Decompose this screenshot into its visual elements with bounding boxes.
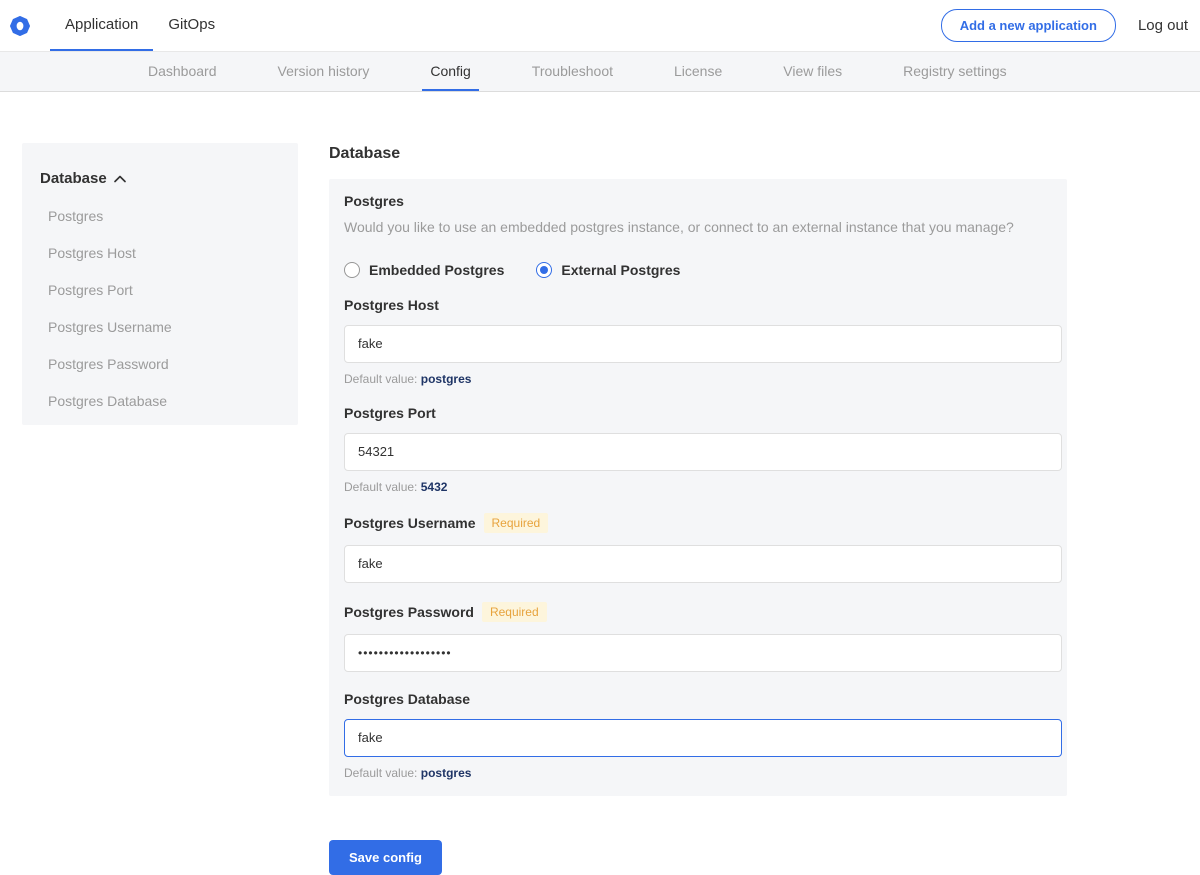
sidebar-group-database[interactable]: Database <box>40 170 280 187</box>
subnav-view-files-label: View files <box>783 63 842 79</box>
postgres-host-label-text: Postgres Host <box>344 297 439 313</box>
postgres-host-input[interactable] <box>344 325 1062 363</box>
top-nav-right: Add a new application Log out <box>941 0 1200 51</box>
config-sidebar: Database Postgres Postgres Host Postgres… <box>22 143 298 425</box>
postgres-database-default: Default value: postgres <box>344 766 1052 780</box>
add-new-application-button[interactable]: Add a new application <box>941 9 1116 42</box>
save-config-button[interactable]: Save config <box>329 840 442 875</box>
tab-gitops[interactable]: GitOps <box>153 0 230 51</box>
subnav-license-label: License <box>674 63 722 79</box>
subnav-troubleshoot-label: Troubleshoot <box>532 63 613 79</box>
radio-embedded-postgres-label: Embedded Postgres <box>369 262 504 278</box>
sidebar-group-database-label: Database <box>40 170 107 187</box>
postgres-host-label: Postgres Host <box>344 297 1052 313</box>
postgres-password-required-badge: Required <box>482 602 547 622</box>
tab-application[interactable]: Application <box>50 0 153 51</box>
subnav-config-label: Config <box>430 63 470 79</box>
postgres-username-label: Postgres Username Required <box>344 513 1052 533</box>
postgres-group-description: Would you like to use an embedded postgr… <box>344 218 1052 238</box>
postgres-password-label: Postgres Password Required <box>344 602 1052 622</box>
postgres-database-input[interactable] <box>344 719 1062 757</box>
postgres-port-label: Postgres Port <box>344 405 1052 421</box>
postgres-port-default-prefix: Default value: <box>344 480 417 494</box>
postgres-port-label-text: Postgres Port <box>344 405 436 421</box>
database-config-card: Postgres Would you like to use an embedd… <box>329 179 1067 796</box>
postgres-username-required-badge: Required <box>484 513 549 533</box>
sidebar-item-postgres-username[interactable]: Postgres Username <box>48 319 280 335</box>
postgres-host-default: Default value: postgres <box>344 372 1052 386</box>
tab-gitops-label: GitOps <box>168 16 215 33</box>
config-main-panel: Database Postgres Would you like to use … <box>329 145 1067 875</box>
sidebar-item-postgres-password[interactable]: Postgres Password <box>48 356 280 372</box>
tab-application-label: Application <box>65 16 138 33</box>
app-sub-nav: Dashboard Version history Config Trouble… <box>0 52 1200 92</box>
subnav-view-files[interactable]: View files <box>775 52 850 91</box>
subnav-version-history-label: Version history <box>278 63 370 79</box>
page-title: Database <box>329 145 1067 163</box>
postgres-password-input[interactable] <box>344 634 1062 672</box>
subnav-config[interactable]: Config <box>422 52 478 91</box>
radio-external-postgres-label: External Postgres <box>561 262 680 278</box>
postgres-port-input[interactable] <box>344 433 1062 471</box>
postgres-username-label-text: Postgres Username <box>344 515 476 531</box>
postgres-host-default-value: postgres <box>421 372 472 386</box>
subnav-version-history[interactable]: Version history <box>270 52 378 91</box>
logout-link[interactable]: Log out <box>1138 17 1188 34</box>
radio-embedded-postgres-circle <box>344 262 360 278</box>
sidebar-item-postgres[interactable]: Postgres <box>48 208 280 224</box>
postgres-host-default-prefix: Default value: <box>344 372 417 386</box>
radio-embedded-postgres[interactable]: Embedded Postgres <box>344 262 504 278</box>
subnav-troubleshoot[interactable]: Troubleshoot <box>524 52 621 91</box>
sidebar-item-postgres-port[interactable]: Postgres Port <box>48 282 280 298</box>
postgres-database-label-text: Postgres Database <box>344 691 470 707</box>
postgres-database-default-value: postgres <box>421 766 472 780</box>
chevron-up-icon <box>114 175 126 183</box>
postgres-group-title: Postgres <box>344 193 1052 209</box>
radio-external-postgres[interactable]: External Postgres <box>536 262 680 278</box>
postgres-port-default-value: 5432 <box>421 480 448 494</box>
replicated-logo-icon <box>10 16 30 36</box>
app-logo[interactable] <box>0 0 50 51</box>
postgres-database-label: Postgres Database <box>344 691 1052 707</box>
postgres-database-default-prefix: Default value: <box>344 766 417 780</box>
postgres-username-input[interactable] <box>344 545 1062 583</box>
postgres-password-label-text: Postgres Password <box>344 604 474 620</box>
subnav-registry-settings[interactable]: Registry settings <box>895 52 1014 91</box>
sidebar-item-postgres-database[interactable]: Postgres Database <box>48 393 280 409</box>
subnav-registry-settings-label: Registry settings <box>903 63 1006 79</box>
postgres-mode-radio-group: Embedded Postgres External Postgres <box>344 262 1052 278</box>
subnav-dashboard[interactable]: Dashboard <box>140 52 225 91</box>
top-nav: Application GitOps Add a new application… <box>0 0 1200 52</box>
subnav-dashboard-label: Dashboard <box>148 63 217 79</box>
postgres-port-default: Default value: 5432 <box>344 480 1052 494</box>
sidebar-item-postgres-host[interactable]: Postgres Host <box>48 245 280 261</box>
radio-external-postgres-circle <box>536 262 552 278</box>
subnav-license[interactable]: License <box>666 52 730 91</box>
content-area: Database Postgres Postgres Host Postgres… <box>0 92 1200 874</box>
